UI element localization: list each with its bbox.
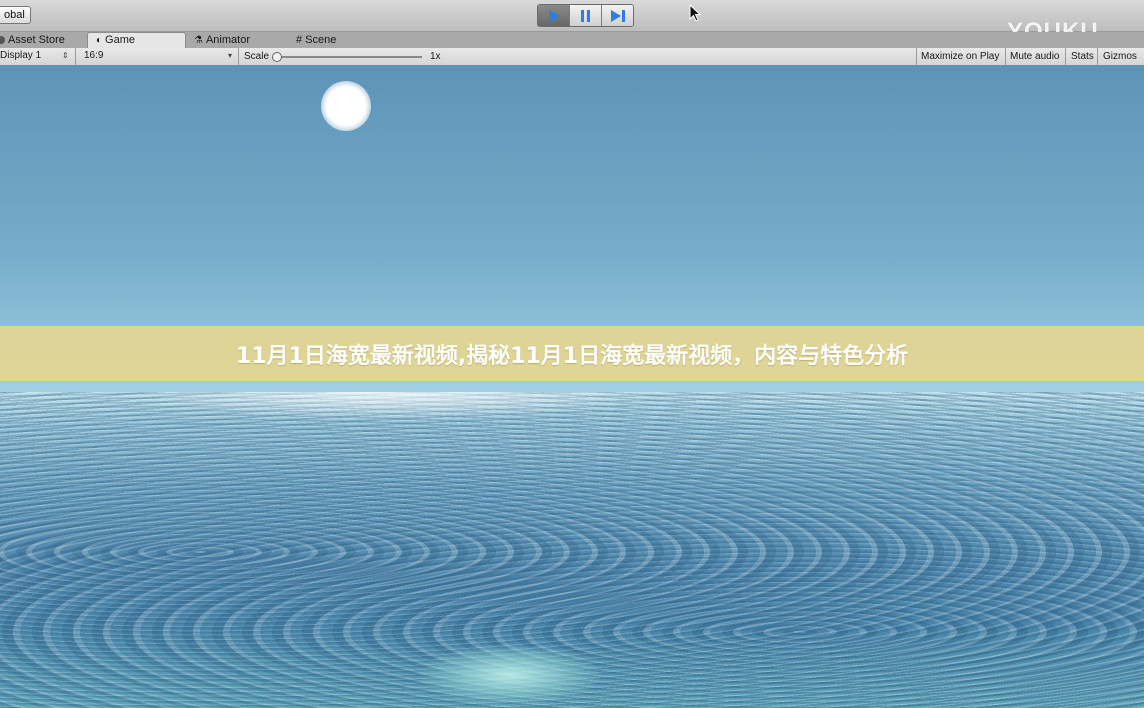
editor-tab-bar: Asset Store ◐ Game ⚗ Animator # Scene — [0, 32, 1144, 48]
chevron-down-icon: ▾ — [228, 51, 233, 60]
scale-value: 1x — [430, 51, 441, 62]
scale-label: Scale — [244, 51, 270, 62]
tab-asset-store[interactable]: Asset Store — [0, 32, 80, 48]
tab-label: Animator — [205, 33, 250, 46]
tab-label: Scene — [305, 33, 337, 46]
sun — [321, 81, 371, 131]
title-banner: 11月1日海宽最新视频,揭秘11月1日海宽最新视频，内容与特色分析 — [0, 326, 1144, 381]
pause-icon — [580, 9, 590, 22]
pivot-global-button[interactable]: obal — [0, 6, 31, 24]
slider-thumb[interactable] — [272, 52, 282, 62]
animator-icon: ⚗ — [194, 34, 203, 46]
dropdown-arrow-icon: ⇕ — [62, 51, 69, 60]
tab-label: Asset Store — [8, 33, 65, 46]
pause-button[interactable] — [570, 5, 602, 26]
stats-toggle[interactable]: Stats — [1071, 48, 1094, 65]
display-dropdown[interactable]: Display 1 ⇕ — [0, 49, 72, 63]
tab-label: Game — [105, 34, 136, 46]
banner-title: 11月1日海宽最新视频,揭秘11月1日海宽最新视频，内容与特色分析 — [235, 343, 909, 369]
display-value: Display 1 — [0, 50, 42, 61]
top-toolbar: obal — [0, 0, 1144, 32]
play-button[interactable] — [538, 5, 570, 26]
step-icon — [610, 9, 625, 22]
mute-audio-toggle[interactable]: Mute audio — [1010, 48, 1059, 65]
mouse-cursor-icon — [689, 4, 701, 22]
play-icon — [548, 9, 560, 22]
wave-highlight — [420, 645, 600, 705]
step-button[interactable] — [602, 5, 633, 26]
tab-scene[interactable]: # Scene — [296, 32, 366, 48]
maximize-on-play-toggle[interactable]: Maximize on Play — [921, 48, 999, 65]
game-viewport[interactable] — [0, 65, 1144, 708]
aspect-dropdown[interactable]: 16:9 ▾ — [84, 49, 234, 63]
game-view-controls: Display 1 ⇕ 16:9 ▾ Scale 1x Maximize on … — [0, 48, 1144, 66]
tab-game[interactable]: ◐ Game — [87, 32, 186, 48]
scale-slider[interactable] — [272, 48, 424, 65]
game-icon: ◐ — [96, 35, 103, 46]
gizmos-dropdown[interactable]: Gizmos — [1103, 48, 1137, 65]
asset-store-icon — [0, 36, 5, 44]
tab-animator[interactable]: ⚗ Animator — [194, 32, 284, 48]
play-controls — [537, 4, 634, 27]
aspect-value: 16:9 — [84, 50, 104, 61]
scene-icon: # — [296, 33, 303, 46]
